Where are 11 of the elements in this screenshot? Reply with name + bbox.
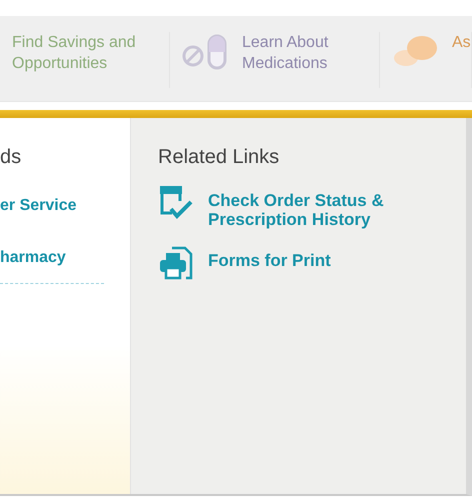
- link[interactable]: Forms for Print: [208, 251, 408, 270]
- link[interactable]: harmacy: [0, 249, 130, 267]
- link[interactable]: Check Order Status & Prescription History: [208, 191, 408, 229]
- link[interactable]: er Service: [0, 197, 130, 215]
- nav-link[interactable]: As: [452, 32, 471, 53]
- nav-link[interactable]: Learn About Medications: [242, 32, 372, 74]
- nav-link[interactable]: Find Savings and Opportunities: [12, 32, 142, 74]
- clipboard-check-icon: [158, 185, 194, 221]
- section-heading: Related Links: [158, 146, 280, 169]
- section-heading: ds: [0, 146, 22, 169]
- printer-icon: [158, 245, 194, 281]
